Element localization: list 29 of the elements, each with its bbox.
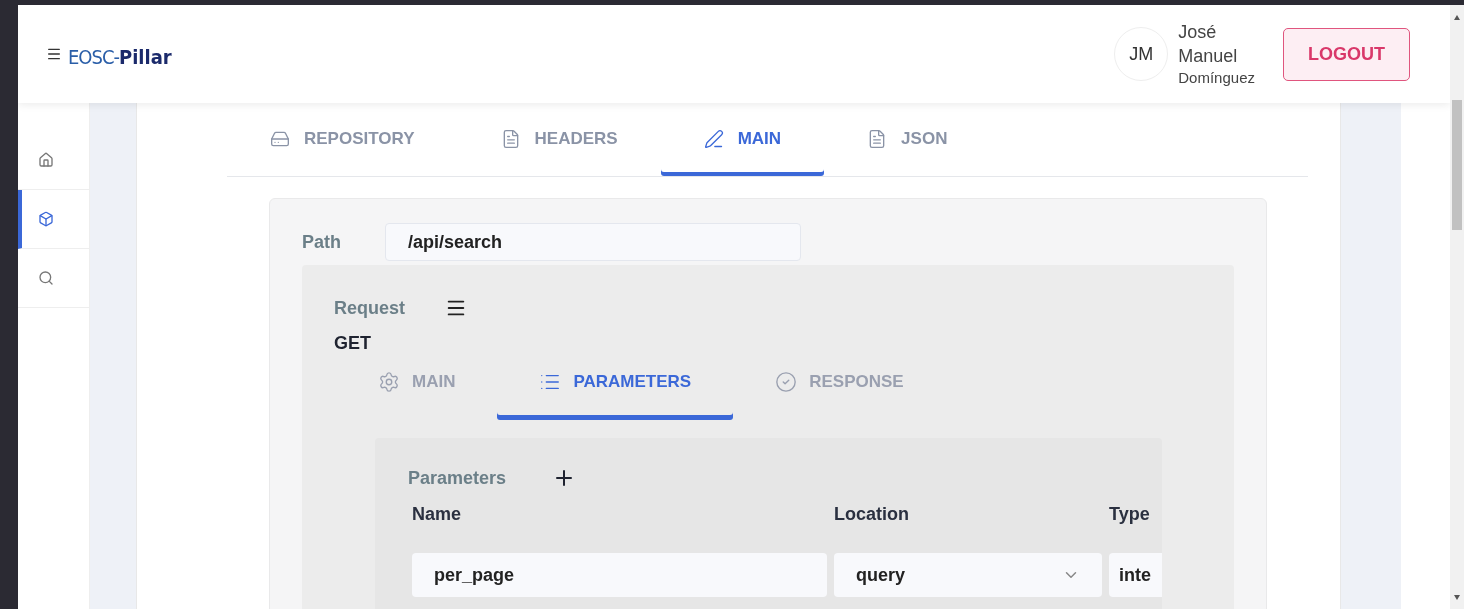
- column-header: Name: [412, 504, 463, 525]
- tab[interactable]: JSON: [824, 103, 991, 176]
- user-name: Manuel: [1178, 45, 1239, 68]
- pencil-icon: [703, 128, 724, 149]
- user-surname: Domínguez: [1178, 68, 1255, 88]
- logout-button[interactable]: LOGOUT: [1283, 27, 1410, 81]
- cube-icon: [38, 211, 54, 227]
- user-name: José: [1178, 21, 1218, 44]
- section-label: Request: [334, 297, 405, 319]
- search-icon: [38, 270, 54, 286]
- gear-icon: [378, 371, 400, 393]
- method-text: GET: [334, 333, 372, 354]
- name-field[interactable]: per_page: [412, 553, 827, 597]
- menu-icon[interactable]: [46, 46, 62, 62]
- home-icon: [38, 152, 54, 168]
- scrollbar[interactable]: [1450, 5, 1464, 609]
- column-header: Type: [1109, 504, 1151, 525]
- tab[interactable]: PARAMETERS: [497, 354, 734, 420]
- logo[interactable]: EOSC-Pillar: [68, 45, 172, 69]
- section-label: Parameters: [408, 467, 507, 489]
- check-circle-icon: [775, 371, 798, 393]
- tab[interactable]: MAIN: [660, 103, 825, 176]
- type-field[interactable]: inte: [1109, 553, 1162, 597]
- location-select[interactable]: query: [834, 553, 1102, 597]
- field-label: Path: [302, 231, 341, 253]
- tab[interactable]: REPOSITORY: [227, 103, 458, 176]
- tab[interactable]: HEADERS: [457, 103, 661, 176]
- column-header: Location: [834, 504, 910, 525]
- path-field[interactable]: /api/search: [385, 223, 801, 261]
